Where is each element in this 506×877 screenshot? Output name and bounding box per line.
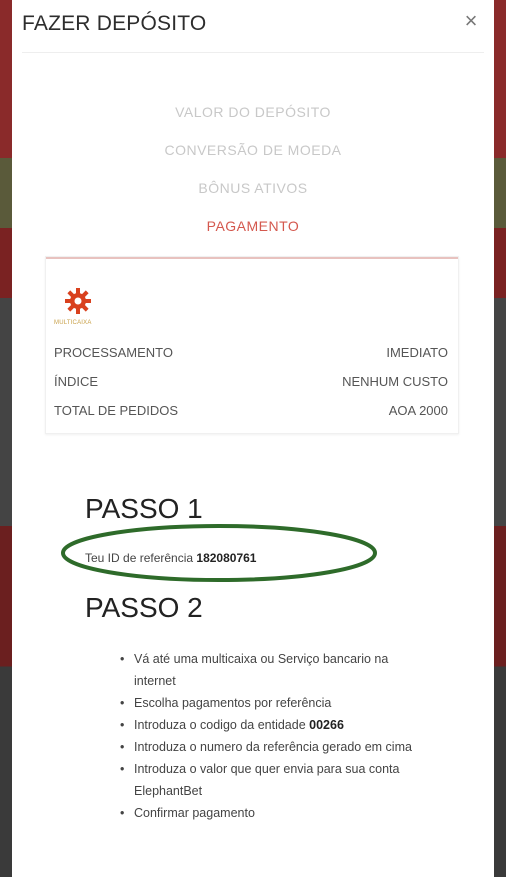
header-divider xyxy=(22,52,484,53)
deposit-modal: FAZER DEPÓSITO × VALOR DO DEPÓSITO CONVE… xyxy=(12,0,494,877)
info-key: PROCESSAMENTO xyxy=(54,345,173,360)
info-row-processamento: PROCESSAMENTO IMEDIATO xyxy=(54,345,448,367)
info-value: IMEDIATO xyxy=(386,345,448,360)
step-pagamento[interactable]: PAGAMENTO xyxy=(12,214,494,252)
info-value: AOA 2000 xyxy=(388,403,448,418)
step-valor-deposito[interactable]: VALOR DO DEPÓSITO xyxy=(12,100,494,138)
step-bonus-ativos[interactable]: BÔNUS ATIVOS xyxy=(12,176,494,214)
payment-method-card: MULTICAIXA PROCESSAMENTO IMEDIATO ÍNDICE… xyxy=(45,256,459,434)
info-key: TOTAL DE PEDIDOS xyxy=(54,403,179,418)
list-item: Introduza o valor que quer envia para su… xyxy=(120,758,420,802)
info-row-total-pedidos: TOTAL DE PEDIDOS AOA 2000 xyxy=(54,403,448,425)
list-item: Escolha pagamentos por referência xyxy=(120,692,420,714)
logo-text: MULTICAIXA xyxy=(54,320,92,326)
modal-title: FAZER DEPÓSITO xyxy=(22,12,207,35)
info-key: ÍNDICE xyxy=(54,374,99,389)
backdrop-left-strip xyxy=(0,0,12,877)
info-row-indice: ÍNDICE NENHUM CUSTO xyxy=(54,374,448,396)
list-item: Introduza o numero da referência gerado … xyxy=(120,736,420,758)
reference-id-label: Teu ID de referência xyxy=(85,551,194,565)
list-item: Vá até uma multicaixa ou Serviço bancari… xyxy=(120,648,420,692)
list-item: Introduza o codigo da entidade 00266 xyxy=(120,714,420,736)
info-value: NENHUM CUSTO xyxy=(342,374,448,389)
deposit-steps: VALOR DO DEPÓSITO CONVERSÃO DE MOEDA BÔN… xyxy=(12,100,494,252)
passo-2-heading: PASSO 2 xyxy=(85,592,203,623)
reference-id-value: 182080761 xyxy=(196,551,257,565)
instruction-list: Vá até uma multicaixa ou Serviço bancari… xyxy=(120,648,420,824)
multicaixa-logo: MULTICAIXA xyxy=(54,287,106,329)
entity-code: 00266 xyxy=(309,718,344,732)
card-divider xyxy=(46,257,458,259)
backdrop-right-strip xyxy=(494,0,506,877)
close-icon[interactable]: × xyxy=(460,10,482,32)
step-conversao-moeda[interactable]: CONVERSÃO DE MOEDA xyxy=(12,138,494,176)
modal-header: FAZER DEPÓSITO × xyxy=(12,0,494,53)
reference-id-line: Teu ID de referência 182080761 xyxy=(85,551,256,565)
list-item: Confirmar pagamento xyxy=(120,802,420,824)
gear-logo-icon xyxy=(65,288,91,314)
